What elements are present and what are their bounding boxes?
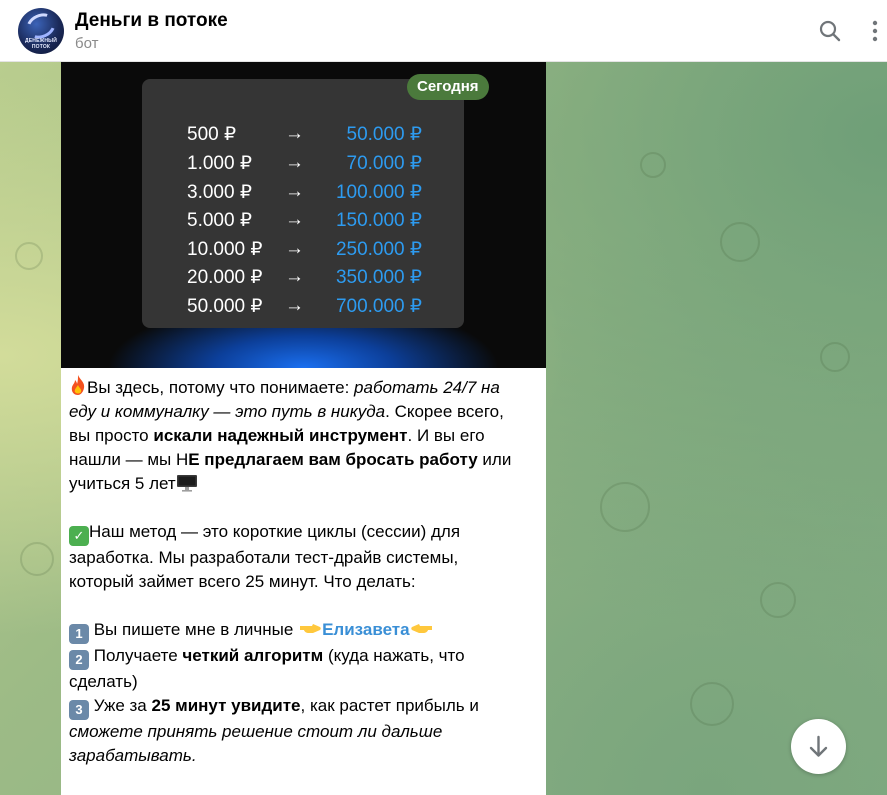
chat-title[interactable]: Деньги в потоке (75, 10, 228, 32)
scroll-down-button[interactable] (791, 719, 846, 774)
rate-row: 5.000 ₽ → 150.000 ₽ (187, 209, 422, 231)
search-icon[interactable] (818, 19, 842, 43)
rate-row: 10.000 ₽ → 250.000 ₽ (187, 238, 422, 260)
number-1-icon: 1 (69, 624, 89, 644)
chat-header: ДЕНЕЖНЫЙ ПОТОК Деньги в потоке бот (0, 0, 887, 62)
rate-row: 20.000 ₽ → 350.000 ₽ (187, 266, 422, 288)
step-3: 3 Уже за 25 минут увидите, как растет пр… (69, 694, 539, 720)
more-vertical-icon[interactable] (870, 19, 880, 43)
check-icon: ✓ (69, 526, 89, 546)
rate-row: 500 ₽ → 50.000 ₽ (187, 123, 422, 145)
rate-row: 3.000 ₽ → 100.000 ₽ (187, 181, 422, 203)
fire-icon (71, 375, 85, 395)
number-2-icon: 2 (69, 650, 89, 670)
contact-link[interactable]: Елизавета (322, 620, 410, 639)
rate-row: 1.000 ₽ → 70.000 ₽ (187, 152, 422, 174)
message-bubble: 500 ₽ → 50.000 ₽ 1.000 ₽ → 70.000 ₽ 3.00… (61, 62, 546, 795)
step-1: 1 Вы пишете мне в личные Елизавета (69, 618, 539, 644)
rate-table: 500 ₽ → 50.000 ₽ 1.000 ₽ → 70.000 ₽ 3.00… (142, 79, 464, 328)
date-badge: Сегодня (407, 74, 489, 100)
paragraph-method: ✓ Наш метод — это короткие циклы (сессии)… (69, 522, 461, 591)
message-image[interactable]: 500 ₽ → 50.000 ₽ 1.000 ₽ → 70.000 ₽ 3.00… (61, 62, 546, 368)
pointing-right-icon (300, 624, 321, 633)
paragraph-intro: Вы здесь, потому что понимаете: работать… (69, 374, 539, 496)
avatar-text: ДЕНЕЖНЫЙ ПОТОК (24, 38, 58, 50)
message-text: Вы здесь, потому что понимаете: работать… (69, 374, 539, 792)
pointing-left-icon (410, 624, 432, 633)
step-2: 2 Получаете четкий алгоритм (куда нажать… (69, 644, 539, 670)
avatar[interactable]: ДЕНЕЖНЫЙ ПОТОК (18, 8, 64, 54)
steps-list: 1 Вы пишете мне в личные Елизавета 2 Пол… (69, 618, 539, 768)
computer-icon (176, 475, 197, 492)
rate-row: 50.000 ₽ → 700.000 ₽ (187, 295, 422, 317)
arrow-down-icon (809, 735, 828, 757)
chat-subtitle: бот (75, 35, 99, 52)
number-3-icon: 3 (69, 700, 89, 720)
